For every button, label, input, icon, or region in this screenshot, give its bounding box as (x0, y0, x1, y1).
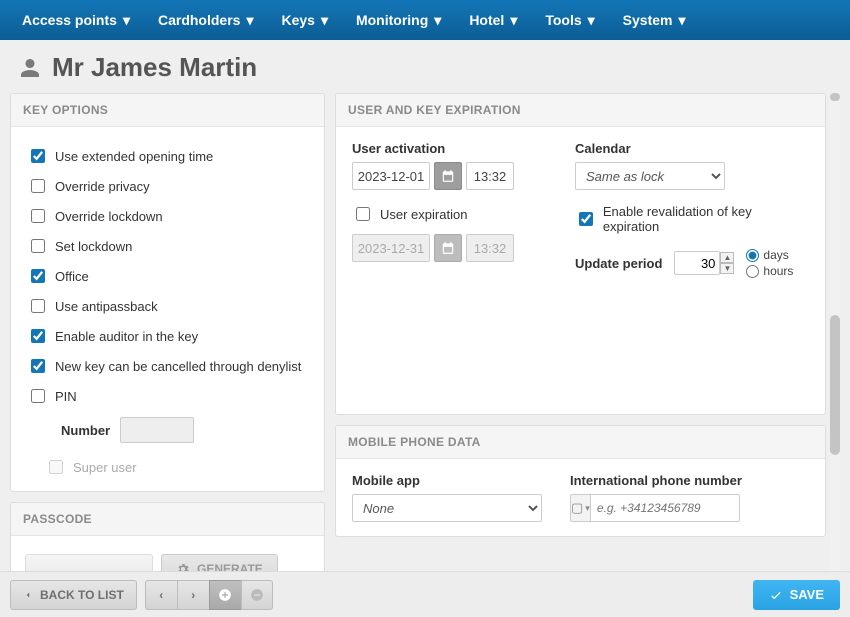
user-activation-time-input[interactable]: 13:32 (466, 162, 514, 190)
check-icon (769, 588, 783, 602)
page-title: Mr James Martin (52, 52, 257, 83)
opt-antipassback[interactable]: Use antipassback (27, 291, 308, 321)
checkbox-antipassback[interactable] (31, 299, 45, 313)
panel-header-user-key-expiration: USER AND KEY EXPIRATION (336, 94, 825, 127)
calendar-label: Calendar (575, 141, 809, 156)
chevron-down-icon: ▾ (678, 12, 685, 29)
phone-country-button[interactable]: ▢▾ (571, 495, 591, 521)
calendar-select[interactable]: Same as lock (575, 162, 725, 190)
panel-user-key-expiration: USER AND KEY EXPIRATION User activation … (335, 93, 826, 415)
nav-cardholders[interactable]: Cardholders▾ (144, 0, 268, 40)
chevron-left-icon: ‹ (159, 588, 163, 602)
prev-record-button[interactable]: ‹ (145, 580, 177, 610)
radio-days[interactable] (746, 249, 759, 262)
enable-revalidation-row[interactable]: Enable revalidation of key expiration (575, 204, 809, 234)
user-expiration-checkbox-row[interactable]: User expiration (352, 204, 557, 224)
radio-hours-row[interactable]: hours (746, 264, 793, 278)
mobile-app-label: Mobile app (352, 473, 552, 488)
update-period-down[interactable]: ▼ (720, 263, 734, 274)
save-button[interactable]: SAVE (753, 580, 840, 610)
panel-key-options: KEY OPTIONS Use extended opening time Ov… (10, 93, 325, 492)
flag-icon: ▢ (571, 500, 583, 516)
opt-denylist[interactable]: New key can be cancelled through denylis… (27, 351, 308, 381)
user-activation-label: User activation (352, 141, 557, 156)
add-record-button[interactable] (209, 580, 241, 610)
nav-access-points[interactable]: Access points▾ (8, 0, 144, 40)
panel-mobile-phone: MOBILE PHONE DATA Mobile app None Intern… (335, 425, 826, 537)
scrollbar-track[interactable] (830, 93, 840, 571)
panel-passcode: PASSCODE GENERATE (10, 502, 325, 571)
opt-extended-opening[interactable]: Use extended opening time (27, 141, 308, 171)
checkbox-auditor[interactable] (31, 329, 45, 343)
user-expiration-date-input: 2023-12-31 (352, 234, 430, 262)
calendar-icon (441, 241, 455, 255)
scrollbar-thumb[interactable] (830, 315, 840, 455)
checkbox-set-lockdown[interactable] (31, 239, 45, 253)
opt-override-lockdown[interactable]: Override lockdown (27, 201, 308, 231)
back-to-list-button[interactable]: BACK TO LIST (10, 580, 137, 610)
minus-circle-icon (250, 588, 264, 602)
chevron-right-icon: › (191, 588, 195, 602)
footer-bar: BACK TO LIST ‹ › SAVE (0, 571, 850, 617)
radio-days-row[interactable]: days (746, 248, 793, 262)
mobile-app-select[interactable]: None (352, 494, 542, 522)
user-expiration-time-input: 13:32 (466, 234, 514, 262)
pin-number-input[interactable] (120, 417, 194, 443)
update-period-label: Update period (575, 256, 662, 271)
gear-icon (176, 562, 190, 571)
scroll-up-arrow[interactable] (830, 93, 840, 101)
user-expiration-calendar-button (434, 234, 462, 262)
user-activation-date-input[interactable]: 2023-12-01 (352, 162, 430, 190)
checkbox-extended-opening[interactable] (31, 149, 45, 163)
chevron-down-icon: ▾ (434, 12, 441, 29)
checkbox-user-expiration[interactable] (356, 207, 370, 221)
generate-button[interactable]: GENERATE (161, 554, 278, 571)
phone-input[interactable] (591, 495, 740, 521)
nav-monitoring[interactable]: Monitoring▾ (342, 0, 455, 40)
passcode-display (25, 554, 153, 571)
chevron-down-icon: ▾ (585, 503, 590, 514)
checkbox-override-privacy[interactable] (31, 179, 45, 193)
super-user-label: Super user (73, 460, 137, 475)
checkbox-override-lockdown[interactable] (31, 209, 45, 223)
plus-circle-icon (218, 588, 232, 602)
update-period-input[interactable] (674, 251, 720, 275)
chevron-down-icon: ▾ (246, 12, 253, 29)
calendar-icon (441, 169, 455, 183)
checkbox-super-user (49, 460, 63, 474)
opt-office[interactable]: Office (27, 261, 308, 291)
opt-set-lockdown[interactable]: Set lockdown (27, 231, 308, 261)
nav-tools[interactable]: Tools▾ (531, 0, 608, 40)
update-period-up[interactable]: ▲ (720, 252, 734, 263)
phone-label: International phone number (570, 473, 809, 488)
nav-system[interactable]: System▾ (609, 0, 700, 40)
chevron-left-icon (23, 590, 33, 600)
chevron-down-icon: ▾ (123, 12, 130, 29)
panel-header-mobile: MOBILE PHONE DATA (336, 426, 825, 459)
opt-auditor[interactable]: Enable auditor in the key (27, 321, 308, 351)
nav-hotel[interactable]: Hotel▾ (455, 0, 531, 40)
page-header: Mr James Martin (10, 40, 840, 93)
chevron-down-icon: ▾ (321, 12, 328, 29)
next-record-button[interactable]: › (177, 580, 209, 610)
opt-override-privacy[interactable]: Override privacy (27, 171, 308, 201)
nav-keys[interactable]: Keys▾ (267, 0, 342, 40)
panel-header-passcode: PASSCODE (11, 503, 324, 536)
checkbox-denylist[interactable] (31, 359, 45, 373)
top-navbar: Access points▾ Cardholders▾ Keys▾ Monito… (0, 0, 850, 40)
person-icon (18, 56, 42, 80)
remove-record-button[interactable] (241, 580, 273, 610)
opt-pin[interactable]: PIN (27, 381, 308, 411)
chevron-down-icon: ▾ (510, 12, 517, 29)
checkbox-office[interactable] (31, 269, 45, 283)
checkbox-pin[interactable] (31, 389, 45, 403)
checkbox-revalidation[interactable] (579, 212, 593, 226)
chevron-down-icon: ▾ (588, 12, 595, 29)
panel-header-key-options: KEY OPTIONS (11, 94, 324, 127)
radio-hours[interactable] (746, 265, 759, 278)
pin-number-label: Number (61, 423, 110, 438)
user-activation-calendar-button[interactable] (434, 162, 462, 190)
